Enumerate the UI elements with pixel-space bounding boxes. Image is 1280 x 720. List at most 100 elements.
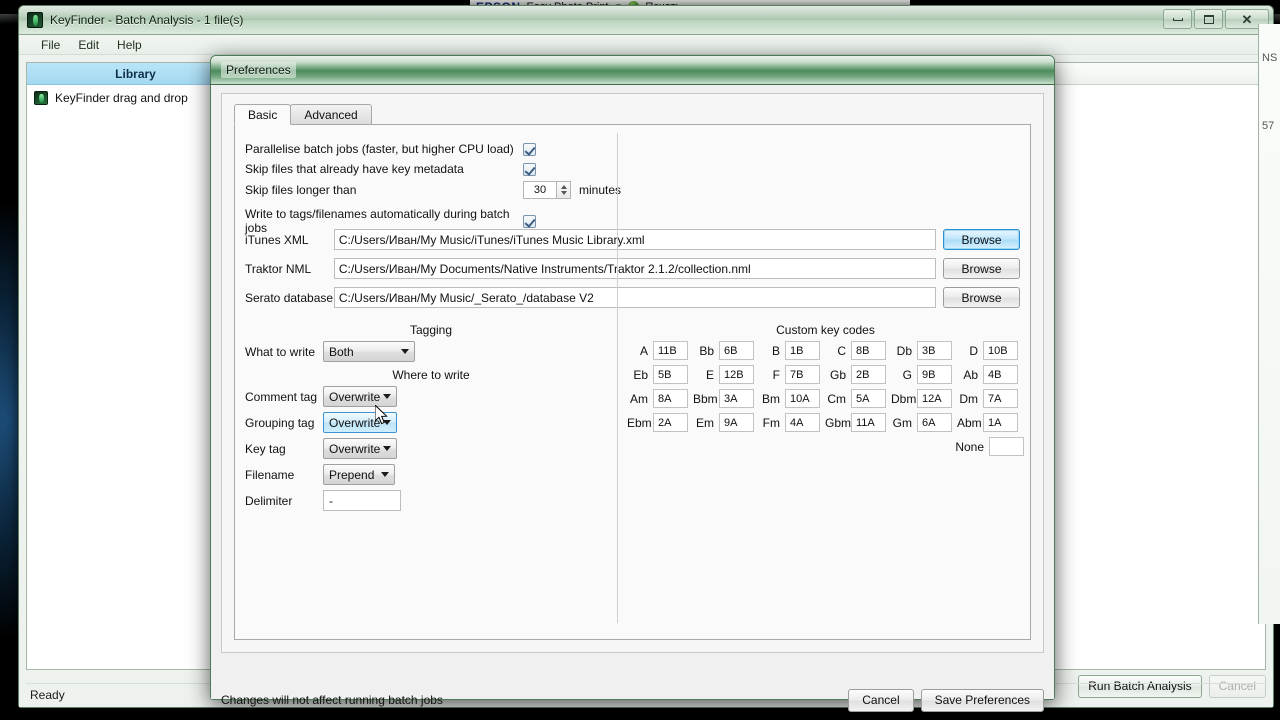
- key-input[interactable]: 6A: [917, 413, 952, 432]
- stepper-down-icon[interactable]: [560, 191, 567, 195]
- cancel-button[interactable]: Cancel: [848, 688, 914, 712]
- key-input[interactable]: 12B: [719, 365, 754, 384]
- skip-longer-label: Skip files longer than: [245, 183, 357, 197]
- key-label: Gm: [892, 415, 912, 430]
- key-input[interactable]: 11B: [653, 341, 688, 360]
- key-code-cell-Gb: Gb 2B: [825, 365, 891, 384]
- key-input[interactable]: 4B: [983, 365, 1018, 384]
- key-input[interactable]: 11A: [851, 413, 886, 432]
- stepper-buttons[interactable]: [556, 181, 571, 199]
- background-text-fragment-1: NS: [1262, 52, 1278, 64]
- key-input[interactable]: 6B: [719, 341, 754, 360]
- key-label: Bm: [762, 391, 780, 406]
- key-input[interactable]: 10B: [983, 341, 1018, 360]
- skip-longer-unit: minutes: [579, 183, 622, 197]
- filename-select[interactable]: Prepend: [323, 464, 395, 485]
- key-input[interactable]: 5B: [653, 365, 688, 384]
- key-input[interactable]: 2A: [653, 413, 688, 432]
- key-code-cell-Gm: Gm 6A: [891, 413, 957, 432]
- key-input[interactable]: 3A: [719, 389, 754, 408]
- key-input[interactable]: 9B: [917, 365, 952, 384]
- serato-db-row: Serato database C:/Users/Иван/My Music/_…: [245, 287, 1020, 308]
- key-code-row: Ebm 2A Em 9A Fm 4A Gbm 11A Gm 6A Abm 1A: [627, 413, 1024, 432]
- tab-basic[interactable]: Basic: [234, 104, 292, 125]
- preferences-tab-container: Basic Advanced Parallelise batch jobs (f…: [221, 93, 1044, 653]
- main-title-bar[interactable]: KeyFinder - Batch Analysis - 1 file(s) ✕: [19, 6, 1273, 35]
- key-input[interactable]: 9A: [719, 413, 754, 432]
- itunes-xml-input[interactable]: C:/Users/Иван/My Music/iTunes/iTunes Mus…: [333, 229, 936, 250]
- key-code-row: Am 8A Bbm 3A Bm 10A Cm 5A Dbm 12A Dm 7A: [627, 389, 1024, 408]
- parallelise-checkbox[interactable]: [523, 142, 536, 156]
- key-label: Eb: [633, 367, 648, 382]
- key-label: Db: [896, 343, 912, 358]
- key-input[interactable]: 8A: [653, 389, 688, 408]
- delimiter-input[interactable]: -: [323, 490, 401, 511]
- key-input[interactable]: 10A: [785, 389, 820, 408]
- key-code-cell-Ebm: Ebm 2A: [627, 413, 693, 432]
- key-input[interactable]: 4A: [785, 413, 820, 432]
- key-input[interactable]: 12A: [917, 389, 952, 408]
- keyfinder-icon: [27, 12, 43, 28]
- skip-longer-row: Skip files longer than 30 minutes: [245, 181, 621, 199]
- comment-tag-select[interactable]: Overwrite: [323, 386, 397, 407]
- footer-buttons: Cancel Save Preferences: [848, 688, 1044, 712]
- menu-item-help[interactable]: Help: [117, 38, 142, 52]
- save-preferences-button[interactable]: Save Preferences: [920, 688, 1044, 712]
- what-to-write-value: Both: [329, 344, 354, 359]
- write-tags-checkbox[interactable]: [523, 214, 536, 228]
- key-code-cell-Cm: Cm 5A: [825, 389, 891, 408]
- key-code-cell-Bm: Bm 10A: [759, 389, 825, 408]
- key-input[interactable]: 3B: [917, 341, 952, 360]
- key-input[interactable]: 2B: [851, 365, 886, 384]
- key-input[interactable]: 1A: [983, 413, 1018, 432]
- stepper-up-icon[interactable]: [560, 185, 567, 189]
- grouping-tag-select[interactable]: Overwrite: [323, 412, 397, 433]
- skip-longer-value[interactable]: 30: [523, 181, 556, 199]
- key-label: C: [837, 343, 846, 358]
- key-input[interactable]: 1B: [785, 341, 820, 360]
- skip-metadata-checkbox[interactable]: [523, 162, 536, 176]
- traktor-nml-input[interactable]: C:/Users/Иван/My Documents/Native Instru…: [333, 258, 936, 279]
- list-item-label: KeyFinder drag and drop: [55, 91, 188, 105]
- key-label: Bbm: [693, 391, 718, 406]
- key-code-cell-Gbm: Gbm 11A: [825, 413, 891, 432]
- traktor-nml-browse-button[interactable]: Browse: [942, 258, 1020, 279]
- filename-value: Prepend: [329, 467, 375, 482]
- key-input[interactable]: 5A: [851, 389, 886, 408]
- preferences-body: Basic Advanced Parallelise batch jobs (f…: [211, 85, 1054, 712]
- tab-advanced[interactable]: Advanced: [290, 104, 372, 125]
- key-label: D: [969, 343, 978, 358]
- none-input[interactable]: [989, 437, 1024, 456]
- delimiter-label: Delimiter: [245, 493, 293, 508]
- comment-tag-label: Comment tag: [245, 389, 318, 404]
- key-label: Dm: [959, 391, 978, 406]
- skip-metadata-label: Skip files that already have key metadat…: [245, 162, 464, 176]
- key-tag-select[interactable]: Overwrite: [323, 438, 397, 459]
- key-input[interactable]: 7A: [983, 389, 1018, 408]
- minimize-icon: [1172, 17, 1183, 21]
- menu-item-file[interactable]: File: [41, 38, 60, 52]
- menu-item-edit[interactable]: Edit: [78, 38, 99, 52]
- key-code-cell-F: F 7B: [759, 365, 825, 384]
- key-code-cell-Eb: Eb 5B: [627, 365, 693, 384]
- delimiter-row: Delimiter -: [245, 490, 401, 511]
- main-window-title: KeyFinder - Batch Analysis - 1 file(s): [50, 13, 244, 27]
- what-to-write-select[interactable]: Both: [323, 341, 415, 362]
- key-input[interactable]: 8B: [851, 341, 886, 360]
- preferences-footer: Changes will not affect running batch jo…: [221, 684, 1044, 716]
- preferences-title-bar[interactable]: Preferences: [211, 56, 1054, 85]
- itunes-xml-browse-button[interactable]: Browse: [942, 229, 1020, 250]
- window-controls: ✕: [1163, 9, 1269, 29]
- key-code-cell-C: C 8B: [825, 341, 891, 360]
- traktor-nml-row: Traktor NML C:/Users/Иван/My Documents/N…: [245, 258, 1020, 279]
- key-label: Em: [696, 415, 714, 430]
- chevron-down-icon: [383, 420, 391, 425]
- serato-db-input[interactable]: C:/Users/Иван/My Music/_Serato_/database…: [333, 287, 936, 308]
- minimize-button[interactable]: [1163, 9, 1192, 29]
- maximize-button[interactable]: [1194, 9, 1223, 29]
- chevron-down-icon: [383, 446, 391, 451]
- serato-db-browse-button[interactable]: Browse: [942, 287, 1020, 308]
- key-input[interactable]: 7B: [785, 365, 820, 384]
- skip-longer-stepper[interactable]: 30: [523, 181, 571, 199]
- key-label: Abm: [957, 415, 982, 430]
